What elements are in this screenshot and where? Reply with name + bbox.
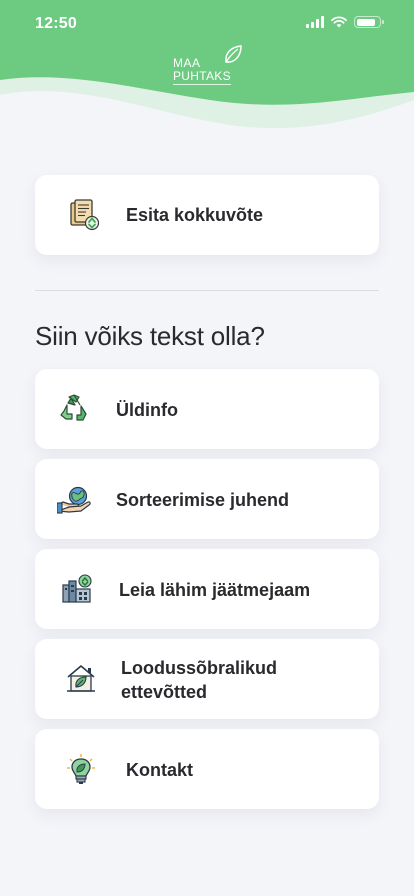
section-title: Siin võiks tekst olla? bbox=[35, 321, 265, 351]
menu-item-eco-companies[interactable]: Loodussõbralikud ettevõtted bbox=[35, 639, 379, 719]
section-divider bbox=[35, 290, 379, 291]
menu-item-sorting-guide[interactable]: Sorteerimise juhend bbox=[35, 459, 379, 539]
globe-hand-icon bbox=[57, 485, 91, 515]
cellular-signal-icon bbox=[306, 16, 324, 28]
menu-item-label: Kontakt bbox=[126, 760, 193, 780]
leaf-icon bbox=[225, 45, 242, 63]
logo-text-line2: PUHTAKS bbox=[173, 69, 231, 85]
menu-item-label-line2: ettevõtted bbox=[121, 682, 208, 702]
document-recycle-icon bbox=[68, 198, 100, 232]
logo-text-line1: MAA bbox=[173, 56, 201, 70]
wifi-icon bbox=[331, 16, 347, 28]
eco-lightbulb-icon bbox=[65, 753, 97, 785]
menu-item-label: Leia lähim jäätmejaam bbox=[119, 580, 311, 600]
menu-item-label: Üldinfo bbox=[116, 400, 178, 420]
status-time: 12:50 bbox=[35, 15, 77, 32]
menu-item-find-station[interactable]: Leia lähim jäätmejaam bbox=[35, 549, 379, 629]
submit-summary-label: Esita kokkuvõte bbox=[126, 205, 264, 225]
menu-item-label: Sorteerimise juhend bbox=[116, 490, 290, 510]
app-logo: MAA PUHTAKS bbox=[172, 44, 244, 88]
app-screen: 12:50 MAA PUHTAKS Esita kokkuvõte Siin v… bbox=[0, 0, 414, 896]
menu-item-general-info[interactable]: Üldinfo bbox=[35, 369, 379, 449]
menu-item-contact[interactable]: Kontakt bbox=[35, 729, 379, 809]
factory-recycle-icon bbox=[61, 573, 93, 605]
eco-house-icon bbox=[65, 663, 97, 695]
recycle-icon bbox=[58, 393, 90, 425]
battery-icon bbox=[354, 16, 384, 28]
menu-item-label-line1: Loodussõbralikud bbox=[121, 658, 278, 678]
status-bar: 12:50 bbox=[0, 0, 414, 48]
submit-summary-card[interactable]: Esita kokkuvõte bbox=[35, 175, 379, 255]
status-icons bbox=[306, 16, 384, 28]
